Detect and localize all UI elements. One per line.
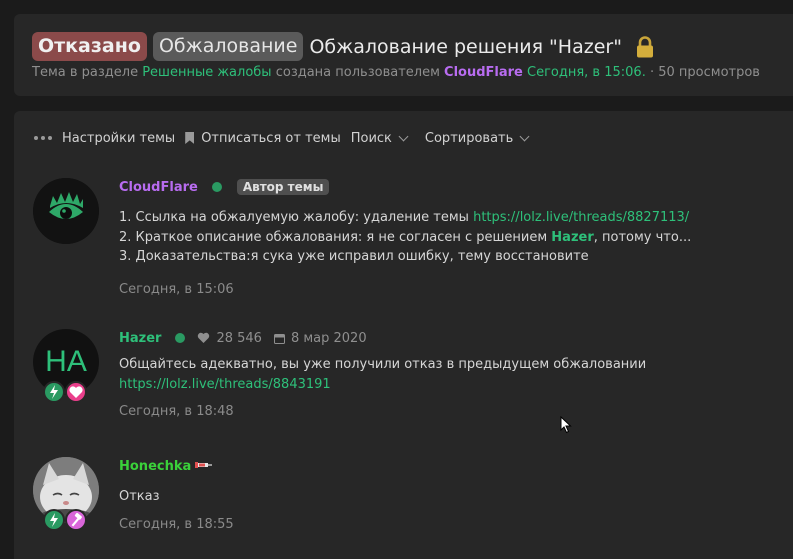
post-author-line: CloudFlare Автор темы (119, 178, 691, 196)
post-body: Honechka Отказ Сегодня, в 18:55 (119, 457, 234, 532)
likes-stat: 28 546 (197, 331, 262, 346)
thread-settings-button[interactable]: Настройки темы (34, 131, 175, 146)
prefix-appeal[interactable]: Обжалование (152, 32, 304, 61)
hammer-badge-icon (65, 509, 87, 531)
avatar[interactable] (33, 178, 99, 244)
search-dropdown[interactable]: Поиск (350, 130, 409, 146)
heart-badge-icon (65, 381, 87, 403)
bookmark-icon (185, 132, 195, 144)
thread-author-link[interactable]: CloudFlare (444, 65, 523, 80)
chevron-down-icon (398, 131, 409, 141)
online-indicator-icon (175, 333, 186, 343)
post-author[interactable]: Hazer (119, 331, 161, 346)
likes-count: 28 546 (216, 330, 262, 346)
sort-label: Сортировать (424, 130, 514, 146)
heart-icon (198, 332, 210, 343)
eye-logo-icon (33, 178, 99, 244)
post-date[interactable]: Сегодня, в 15:06 (119, 282, 691, 297)
section-link[interactable]: Решенные жалобы (142, 65, 271, 80)
meta-text: создана пользователем (275, 65, 440, 80)
message-text: Отказ (119, 489, 160, 504)
online-indicator-icon (211, 182, 222, 192)
post-author[interactable]: Honechka (119, 459, 191, 474)
message-link[interactable]: https://lolz.live/threads/8827113/ (473, 210, 689, 225)
message-text: 2. Краткое описание обжалования: я не со… (119, 229, 552, 245)
registered-stat: 8 мар 2020 (273, 330, 367, 346)
meta-text: Тема в разделе (32, 65, 139, 80)
posts-container: Настройки темы Отписаться от темы Поиск … (14, 111, 793, 559)
thread-settings-label: Настройки темы (62, 130, 176, 146)
thread-toolbar: Настройки темы Отписаться от темы Поиск … (34, 129, 538, 147)
more-dots-icon (34, 136, 52, 140)
chevron-down-icon (519, 131, 530, 141)
registered-date: 8 мар 2020 (290, 330, 367, 346)
post-message: Отказ (119, 487, 234, 507)
message-text: , потому что... (593, 229, 692, 245)
thread-created-date[interactable]: Сегодня, в 15:06. (527, 65, 646, 80)
thread-title: Обжалование решения "Hazer" (309, 35, 622, 58)
post-date[interactable]: Сегодня, в 18:55 (119, 517, 234, 532)
search-label: Поиск (350, 130, 392, 146)
sort-dropdown[interactable]: Сортировать (424, 130, 530, 146)
calendar-icon (273, 333, 285, 344)
prefix-refused[interactable]: Отказано (32, 32, 147, 61)
post-body: Hazer 28 546 8 мар 2020 Общайтесь адеква… (119, 329, 646, 420)
post-author[interactable]: CloudFlare (119, 180, 198, 195)
thread-title-row: Отказано Обжалование Обжалование решения… (32, 32, 654, 61)
thread-meta: Тема в разделе Решенные жалобы создана п… (32, 65, 760, 80)
message-text: 3. Доказательства:я сука уже исправил ош… (119, 249, 589, 264)
post-author-line: Hazer 28 546 8 мар 2020 (119, 329, 646, 347)
post-message: 1. Ссылка на обжалуемую жалобу: удаление… (119, 208, 691, 267)
lightning-badge-icon (43, 509, 65, 531)
mouse-cursor-icon (560, 415, 572, 438)
author-badge: Автор темы (236, 179, 330, 195)
message-text: 1. Ссылка на обжалуемую жалобу: удаление… (119, 210, 474, 225)
message-text: Общайтесь адекватно, вы уже получили отк… (119, 357, 647, 372)
lightning-badge-icon (43, 381, 65, 403)
post-author-line: Honechka (119, 457, 234, 475)
post-body: CloudFlare Автор темы 1. Ссылка на обжал… (119, 178, 691, 297)
syringe-icon (195, 459, 213, 474)
message-link[interactable]: https://lolz.live/threads/8843191 (119, 375, 646, 395)
views-count: · 50 просмотров (649, 65, 760, 80)
thread-header: Отказано Обжалование Обжалование решения… (14, 14, 793, 96)
lock-icon (636, 35, 654, 58)
user-mention[interactable]: Hazer (551, 230, 593, 245)
unsubscribe-label: Отписаться от темы (201, 130, 341, 146)
post-message: Общайтесь адекватно, вы уже получили отк… (119, 355, 646, 394)
unsubscribe-button[interactable]: Отписаться от темы (185, 131, 341, 146)
